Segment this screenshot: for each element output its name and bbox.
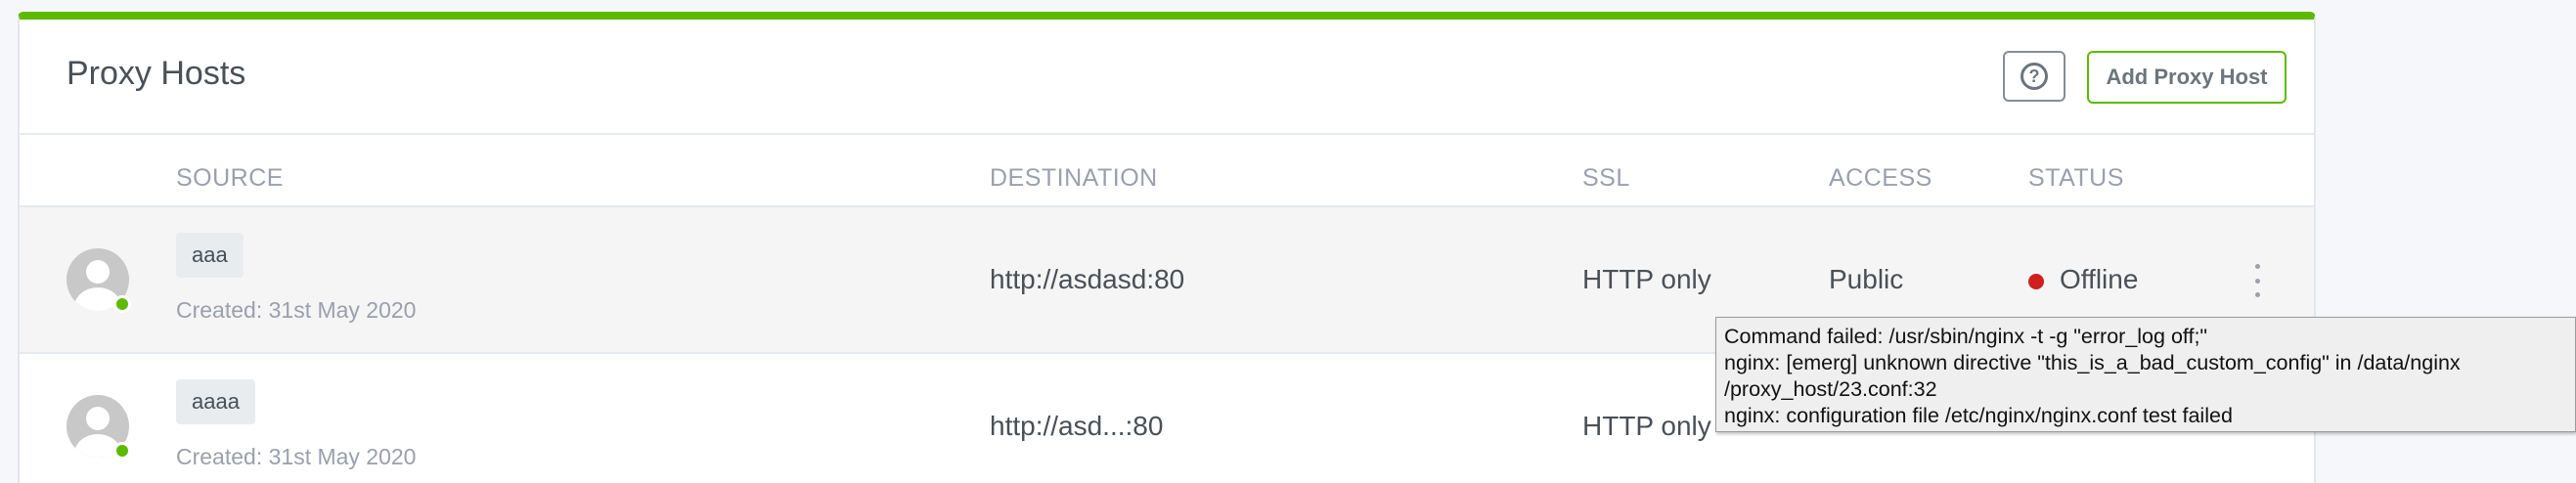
column-header-ssl: SSL bbox=[1582, 164, 1630, 192]
column-header-status: STATUS bbox=[2028, 164, 2124, 192]
ssl-cell: HTTP only bbox=[1582, 264, 1711, 294]
column-header-destination: DESTINATION bbox=[990, 164, 1158, 192]
column-header-source: SOURCE bbox=[176, 164, 284, 192]
tooltip-line: Command failed: /usr/sbin/nginx -t -g "e… bbox=[1724, 325, 2208, 348]
status-label[interactable]: Offline bbox=[2060, 264, 2138, 295]
created-date: Created: 31st May 2020 bbox=[176, 444, 417, 469]
page-title: Proxy Hosts bbox=[67, 55, 246, 92]
ssl-cell: HTTP only bbox=[1582, 411, 1711, 441]
column-header-access: ACCESS bbox=[1829, 164, 1932, 192]
tooltip-line: nginx: configuration file /etc/nginx/ngi… bbox=[1724, 404, 2233, 427]
created-date: Created: 31st May 2020 bbox=[176, 297, 417, 323]
domain-tag[interactable]: aaaa bbox=[176, 379, 255, 424]
domain-tag[interactable]: aaa bbox=[176, 233, 244, 278]
question-circle-icon: ? bbox=[2021, 63, 2048, 90]
tooltip-line: /proxy_host/23.conf:32 bbox=[1724, 377, 1937, 401]
destination-cell: http://asdasd:80 bbox=[990, 264, 1185, 294]
card-header: Proxy Hosts ? Add Proxy Host bbox=[20, 20, 2314, 135]
destination-cell: http://asd...:80 bbox=[990, 411, 1164, 441]
tooltip-line: nginx: [emerg] unknown directive "this_i… bbox=[1724, 351, 2461, 374]
online-indicator bbox=[113, 295, 131, 313]
table-header: SOURCE DESTINATION SSL ACCESS STATUS bbox=[20, 133, 2314, 207]
help-button[interactable]: ? bbox=[2003, 51, 2065, 102]
access-cell: Public bbox=[1829, 264, 1904, 294]
status-dot-offline bbox=[2028, 274, 2044, 289]
error-tooltip: Command failed: /usr/sbin/nginx -t -g "e… bbox=[1715, 317, 2576, 432]
online-indicator bbox=[113, 442, 131, 460]
add-proxy-host-button[interactable]: Add Proxy Host bbox=[2087, 51, 2287, 104]
more-options-icon[interactable] bbox=[2251, 264, 2263, 297]
